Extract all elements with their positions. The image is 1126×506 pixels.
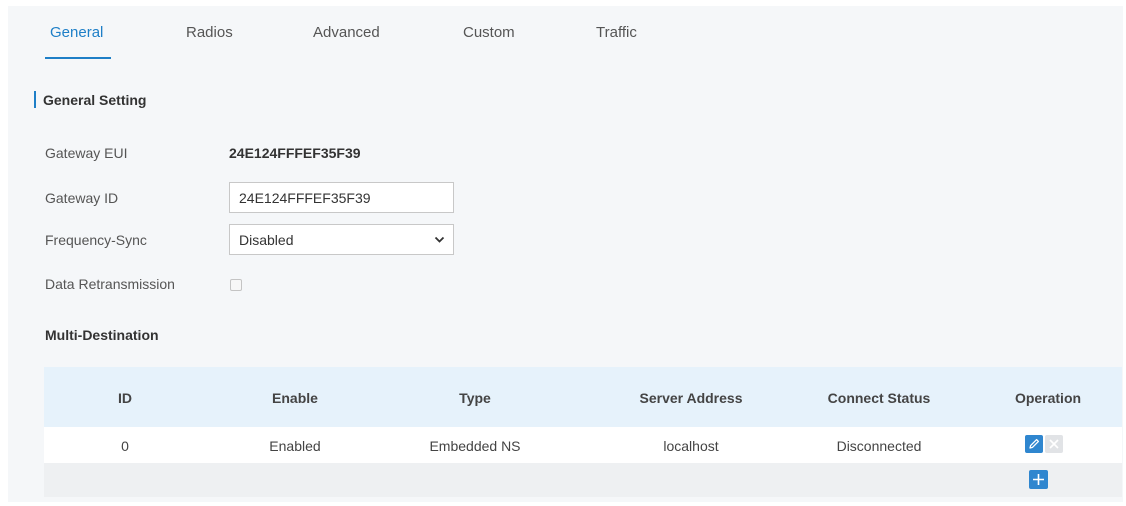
data-retransmission-label: Data Retransmission <box>45 276 175 292</box>
pencil-icon <box>1029 438 1040 449</box>
cell-id: 0 <box>121 438 129 454</box>
data-retransmission-checkbox[interactable] <box>230 279 242 291</box>
table-header: ID Enable Type Server Address Connect St… <box>44 367 1122 427</box>
tab-general[interactable]: General <box>50 24 103 41</box>
column-header-enable: Enable <box>272 390 318 406</box>
cell-server-address: localhost <box>663 438 719 454</box>
table-footer <box>44 463 1122 497</box>
cell-connect-status: Disconnected <box>836 438 922 454</box>
page-content: General Radios Advanced Custom Traffic G… <box>8 6 1123 502</box>
frequency-sync-value: Disabled <box>239 232 294 248</box>
gateway-eui-label: Gateway EUI <box>45 145 128 161</box>
gateway-id-input[interactable] <box>229 182 454 213</box>
edit-button[interactable] <box>1025 435 1043 453</box>
column-header-server-address: Server Address <box>639 390 743 406</box>
column-header-id: ID <box>118 390 132 406</box>
close-icon <box>1049 439 1059 449</box>
gateway-eui-value: 24E124FFFEF35F39 <box>229 145 361 161</box>
column-header-connect-status: Connect Status <box>827 390 931 406</box>
frequency-sync-label: Frequency-Sync <box>45 232 147 248</box>
cell-type: Embedded NS <box>429 438 521 454</box>
tab-traffic[interactable]: Traffic <box>596 24 637 41</box>
add-button[interactable] <box>1029 470 1048 489</box>
plus-icon <box>1033 474 1044 485</box>
multi-destination-title: Multi-Destination <box>45 327 159 343</box>
gateway-id-label: Gateway ID <box>45 190 119 206</box>
chevron-down-icon <box>434 236 445 243</box>
column-header-operation: Operation <box>1014 390 1082 406</box>
column-header-type: Type <box>459 390 491 406</box>
tab-advanced[interactable]: Advanced <box>313 24 380 41</box>
section-accent-bar <box>34 91 36 108</box>
table-row: 0 Enabled Embedded NS localhost Disconne… <box>44 427 1122 463</box>
section-title: General Setting <box>43 92 147 108</box>
cell-enable: Enabled <box>269 438 321 454</box>
active-tab-indicator <box>45 57 111 59</box>
frequency-sync-select[interactable]: Disabled <box>229 224 454 255</box>
tab-bar: General Radios Advanced Custom Traffic <box>8 6 1123 61</box>
tab-custom[interactable]: Custom <box>463 24 515 41</box>
tab-radios[interactable]: Radios <box>186 24 233 41</box>
delete-button[interactable] <box>1045 435 1063 453</box>
